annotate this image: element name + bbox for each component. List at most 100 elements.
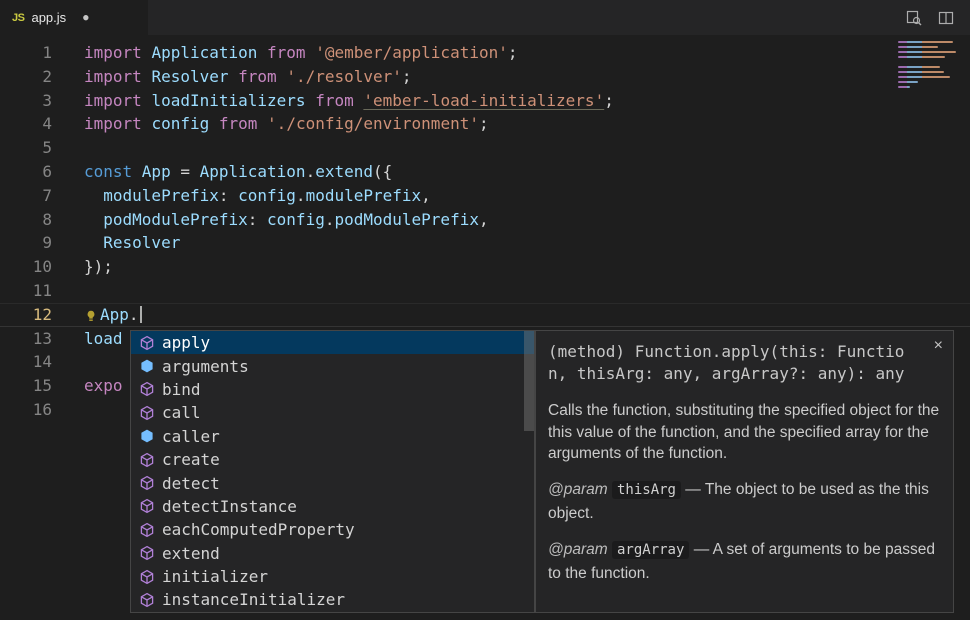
suggestion-arguments[interactable]: arguments bbox=[131, 354, 534, 377]
suggestion-label: initializer bbox=[162, 567, 268, 586]
text-cursor bbox=[140, 306, 142, 323]
code-line[interactable]: 4 import config from './config/environmen… bbox=[0, 112, 970, 136]
signature: (method) Function.apply(this: Function, … bbox=[548, 341, 941, 385]
doc-params: @param thisArg — The object to be used a… bbox=[548, 478, 941, 585]
suggestion-detectInstance[interactable]: detectInstance bbox=[131, 495, 534, 518]
line-number[interactable]: 14 bbox=[0, 350, 52, 374]
code-line[interactable]: 10}); bbox=[0, 255, 970, 279]
line-number[interactable]: 7 bbox=[0, 184, 52, 208]
suggest-list: apply arguments bind call caller create detect… bbox=[131, 331, 534, 612]
line-number[interactable]: 8 bbox=[0, 208, 52, 232]
code-line[interactable]: 5 bbox=[0, 136, 970, 160]
suggestion-label: call bbox=[162, 403, 201, 422]
method-icon bbox=[139, 522, 155, 538]
line-number[interactable]: 4 bbox=[0, 112, 52, 136]
code-text: const App = Application.extend({ bbox=[84, 162, 392, 181]
line-number[interactable]: 16 bbox=[0, 398, 52, 422]
field-icon bbox=[139, 428, 155, 444]
suggestion-apply[interactable]: apply bbox=[131, 331, 534, 354]
code-line[interactable]: 3 import loadInitializers from 'ember-loa… bbox=[0, 89, 970, 113]
code-line[interactable]: 7 modulePrefix: config.modulePrefix, bbox=[0, 184, 970, 208]
suggestion-label: detectInstance bbox=[162, 497, 297, 516]
param-tag: @param bbox=[548, 541, 608, 558]
code-text: modulePrefix: config.modulePrefix, bbox=[84, 186, 431, 205]
code-line[interactable]: 9 Resolver bbox=[0, 231, 970, 255]
line-number[interactable]: 6 bbox=[0, 160, 52, 184]
code-text: expo bbox=[84, 376, 123, 395]
code-line[interactable]: 1 import Application from '@ember/applica… bbox=[0, 41, 970, 65]
search-editor-icon[interactable] bbox=[906, 10, 922, 26]
tab-bar: JS app.js ● bbox=[0, 0, 970, 35]
suggestion-label: detect bbox=[162, 474, 220, 493]
line-number[interactable]: 11 bbox=[0, 279, 52, 303]
lightbulb-icon[interactable] bbox=[84, 306, 100, 322]
code-line[interactable]: 12 App. bbox=[0, 303, 970, 327]
suggestion-label: create bbox=[162, 450, 220, 469]
suggestion-label: caller bbox=[162, 427, 220, 446]
method-icon bbox=[139, 498, 155, 514]
method-icon bbox=[139, 381, 155, 397]
code-text: App. bbox=[84, 305, 142, 324]
code-text: podModulePrefix: config.podModulePrefix, bbox=[84, 210, 489, 229]
code-text: import Resolver from './resolver'; bbox=[84, 67, 412, 86]
doc-description: Calls the function, substituting the spe… bbox=[548, 400, 941, 465]
method-icon bbox=[139, 405, 155, 421]
suggestion-detect[interactable]: detect bbox=[131, 471, 534, 494]
suggestion-label: arguments bbox=[162, 357, 249, 376]
method-icon bbox=[139, 335, 155, 351]
javascript-file-icon: JS bbox=[12, 12, 24, 24]
minimap[interactable] bbox=[898, 41, 964, 88]
code-line[interactable]: 11 bbox=[0, 279, 970, 303]
line-number[interactable]: 5 bbox=[0, 136, 52, 160]
code-text: }); bbox=[84, 257, 113, 276]
param-name: thisArg bbox=[612, 481, 681, 499]
code-text: import loadInitializers from 'ember-load… bbox=[84, 91, 614, 110]
code-line[interactable]: 6 const App = Application.extend({ bbox=[0, 160, 970, 184]
line-number[interactable]: 3 bbox=[0, 89, 52, 113]
doc-param: @param argArray — A set of arguments to … bbox=[548, 538, 941, 585]
doc-param: @param thisArg — The object to be used a… bbox=[548, 478, 941, 525]
line-number[interactable]: 1 bbox=[0, 41, 52, 65]
param-name: argArray bbox=[612, 541, 689, 559]
tab-label: app.js bbox=[31, 10, 66, 25]
suggestion-label: eachComputedProperty bbox=[162, 520, 355, 539]
line-number[interactable]: 2 bbox=[0, 65, 52, 89]
line-number[interactable]: 10 bbox=[0, 255, 52, 279]
line-number[interactable]: 15 bbox=[0, 374, 52, 398]
suggestion-caller[interactable]: caller bbox=[131, 425, 534, 448]
suggestion-label: extend bbox=[162, 544, 220, 563]
suggestion-create[interactable]: create bbox=[131, 448, 534, 471]
suggestion-label: apply bbox=[162, 333, 210, 352]
modified-indicator-icon[interactable]: ● bbox=[83, 13, 88, 23]
code-text: import config from './config/environment… bbox=[84, 114, 489, 133]
method-icon bbox=[139, 475, 155, 491]
suggestion-eachComputedProperty[interactable]: eachComputedProperty bbox=[131, 518, 534, 541]
suggestion-instanceInitializer[interactable]: instanceInitializer bbox=[131, 588, 534, 611]
line-number[interactable]: 13 bbox=[0, 327, 52, 351]
method-icon bbox=[139, 452, 155, 468]
code-line[interactable]: 8 podModulePrefix: config.podModulePrefi… bbox=[0, 208, 970, 232]
code-text: Resolver bbox=[84, 233, 180, 252]
code-text: load bbox=[84, 329, 123, 348]
method-icon bbox=[139, 592, 155, 608]
tab-app-js[interactable]: JS app.js ● bbox=[0, 0, 148, 35]
suggestion-initializer[interactable]: initializer bbox=[131, 565, 534, 588]
code-text: import Application from '@ember/applicat… bbox=[84, 43, 518, 62]
line-number[interactable]: 12 bbox=[0, 303, 52, 327]
close-icon[interactable]: × bbox=[934, 337, 943, 355]
suggestion-call[interactable]: call bbox=[131, 401, 534, 424]
line-number[interactable]: 9 bbox=[0, 231, 52, 255]
suggestion-label: instanceInitializer bbox=[162, 590, 345, 609]
suggestion-bind[interactable]: bind bbox=[131, 378, 534, 401]
code-line[interactable]: 2 import Resolver from './resolver'; bbox=[0, 65, 970, 89]
suggest-details: × (method) Function.apply(this: Function… bbox=[535, 330, 954, 613]
suggest-scrollbar[interactable] bbox=[524, 331, 534, 431]
split-editor-icon[interactable] bbox=[938, 10, 954, 26]
suggestion-extend[interactable]: extend bbox=[131, 542, 534, 565]
method-icon bbox=[139, 545, 155, 561]
field-icon bbox=[139, 358, 155, 374]
param-tag: @param bbox=[548, 481, 608, 498]
suggest-widget: apply arguments bind call caller create detect… bbox=[130, 330, 535, 613]
suggestion-label: bind bbox=[162, 380, 201, 399]
method-icon bbox=[139, 569, 155, 585]
